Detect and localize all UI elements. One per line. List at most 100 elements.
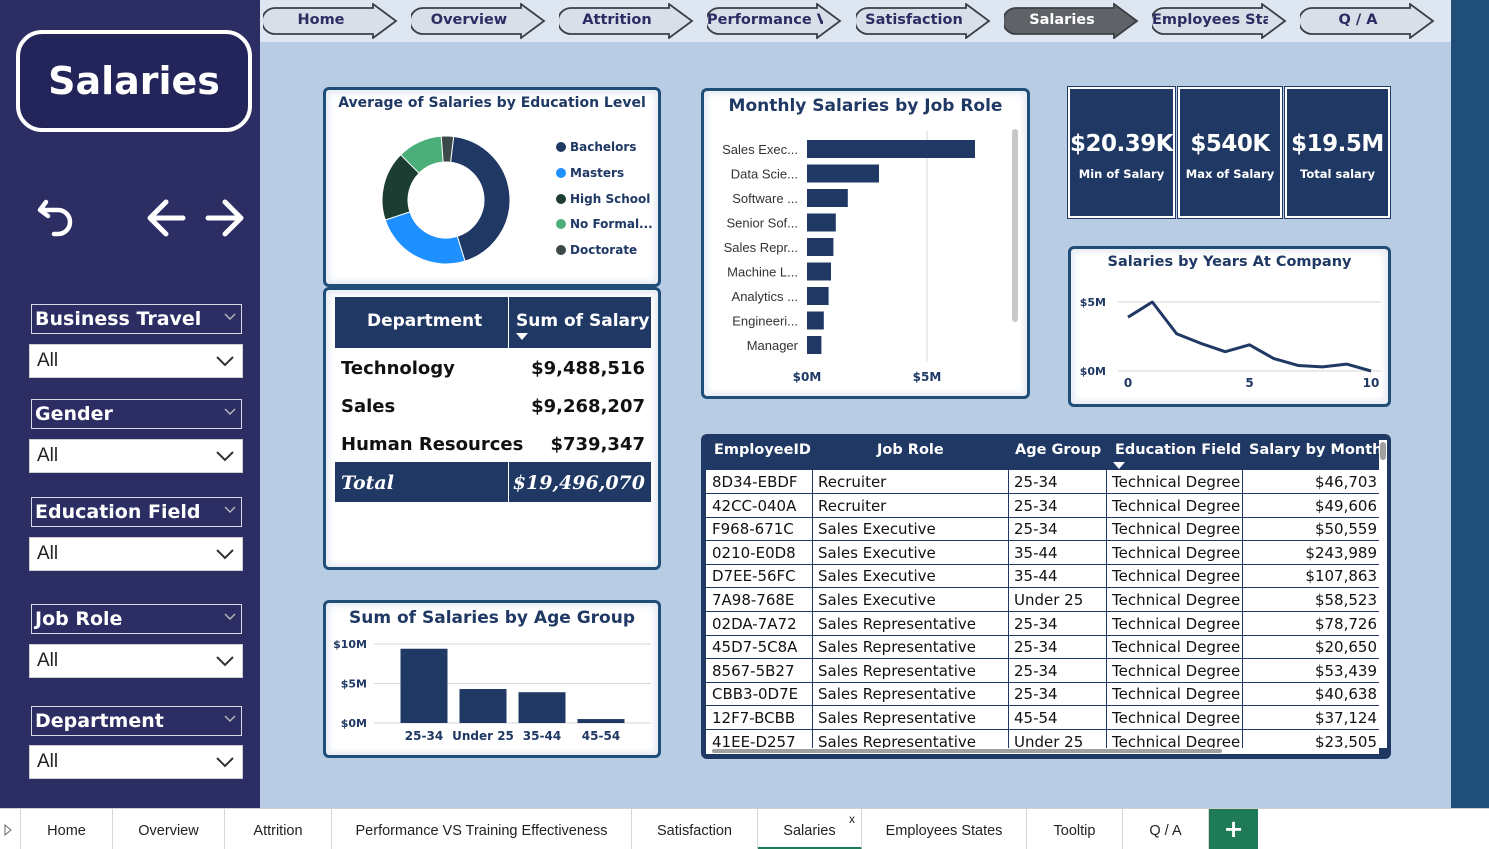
column-header[interactable]: Department — [367, 311, 482, 331]
table-row[interactable]: F968-671C Sales Executive 25-34 Technical D… — [706, 517, 1379, 542]
chevron-down-icon — [216, 656, 234, 667]
age-group-cell: 25-34 — [1014, 520, 1058, 539]
education-field-cell: Technical Degree — [1112, 614, 1241, 633]
column-header[interactable]: Age Group — [1015, 442, 1101, 458]
table-row[interactable]: D7EE-56FC Sales Executive 35-44 Technical D… — [706, 564, 1379, 589]
nav-tab-label: Salaries — [1029, 12, 1095, 28]
column-divider — [508, 462, 509, 502]
legend-swatch — [556, 219, 566, 229]
column-header[interactable]: Sum of Salary — [516, 311, 649, 331]
sheet-tab-qa[interactable]: Q / A — [1123, 809, 1209, 849]
age-group-cell: 35-44 — [1014, 543, 1058, 562]
department-table: Department Sum of Salary Technology $9,4… — [335, 297, 651, 502]
dropdown-value: All — [37, 751, 59, 772]
table-scrollbar-track — [1379, 440, 1387, 748]
bar[interactable] — [807, 189, 848, 207]
bar[interactable] — [518, 692, 566, 723]
table-row[interactable]: 7A98-768E Sales Executive Under 25 Technica… — [706, 588, 1379, 612]
nav-tab-label: Overview — [430, 12, 508, 28]
job-role-chart-title: Monthly Salaries by Job Role — [728, 96, 1003, 116]
business-travel-dropdown[interactable]: All — [29, 344, 243, 378]
play-triangle-icon[interactable] — [4, 824, 12, 836]
kpi-max-salary: $540K Max of Salary — [1177, 86, 1283, 219]
total-label: Total — [341, 472, 394, 494]
sheet-tab-tooltip[interactable]: Tooltip — [1027, 809, 1123, 849]
chevron-down-icon — [216, 356, 234, 367]
bar[interactable] — [807, 262, 831, 281]
table-row[interactable]: 41EE-D257 Sales Representative Under 25 Tec… — [706, 730, 1379, 748]
legend-label: Masters — [570, 166, 625, 180]
table-scrollbar-thumb[interactable] — [1380, 442, 1386, 460]
chevron-down-icon — [224, 408, 236, 415]
salary-cell: $78,726 — [1314, 614, 1377, 633]
sheet-tab-attrition[interactable]: Attrition — [225, 809, 332, 849]
employee-id-cell: 41EE-D257 — [712, 732, 796, 748]
chevron-down-icon — [216, 451, 234, 462]
arrow-left-icon[interactable] — [146, 198, 186, 245]
undo-arrow-icon[interactable] — [36, 196, 76, 247]
table-row[interactable]: 02DA-7A72 Sales Representative 25-34 Techni… — [706, 612, 1379, 636]
column-header[interactable]: Job Role — [877, 442, 944, 458]
sheet-tab-employees-states[interactable]: Employees States — [862, 809, 1027, 849]
bar[interactable] — [459, 689, 507, 723]
salary-cell: $37,124 — [1314, 709, 1377, 727]
category-label: Data Scie... — [731, 167, 798, 182]
sheet-tab-satisfaction[interactable]: Satisfaction — [632, 809, 758, 849]
add-sheet-button[interactable]: + — [1209, 809, 1258, 849]
table-row[interactable]: 8D34-EBDF Recruiter 25-34 Technical Degree $… — [706, 470, 1379, 494]
table-hscroll-thumb[interactable] — [712, 749, 1222, 753]
job-role-cell: Sales Representative — [818, 661, 977, 680]
dropdown-value: All — [37, 650, 59, 671]
employee-id-cell: CBB3-0D7E — [712, 685, 799, 704]
slicer-department-header: Department — [31, 706, 242, 736]
bar[interactable] — [807, 238, 834, 256]
bar[interactable] — [807, 213, 836, 232]
chevron-down-icon — [216, 757, 234, 768]
bar[interactable] — [807, 336, 822, 354]
education-field-cell: Technical Degree — [1112, 709, 1241, 727]
tick-label: 0 — [1124, 376, 1132, 390]
donut-slice[interactable] — [384, 211, 466, 265]
table-row[interactable]: 0210-E0D8 Sales Executive 35-44 Technical D… — [706, 541, 1379, 565]
sheet-tab-performance[interactable]: Performance VS Training Effectiveness — [332, 809, 632, 849]
age-group-bar-chart: 25-34 Under 25 35-44 45-54 $0M $5M $10M — [333, 638, 651, 743]
education-field-cell: Technical Degree — [1112, 661, 1241, 680]
column-header[interactable]: EmployeeID — [714, 442, 811, 458]
age-group-cell: 25-34 — [1014, 614, 1058, 633]
bar[interactable] — [577, 719, 625, 723]
table-row[interactable]: 45D7-5C8A Sales Representative 25-34 Techni… — [706, 635, 1379, 660]
dropdown-value: All — [37, 445, 59, 466]
table-row[interactable]: CBB3-0D7E Sales Representative 25-34 Techni… — [706, 682, 1379, 707]
bar[interactable] — [807, 311, 824, 330]
table-row[interactable]: 42CC-040A Recruiter 25-34 Technical Degree $… — [706, 494, 1379, 518]
sheet-tab-overview[interactable]: Overview — [113, 809, 225, 849]
close-tab-icon[interactable]: x — [849, 797, 855, 841]
chart-scrollbar[interactable] — [1012, 129, 1018, 322]
table-row[interactable]: 12F7-BCBB Sales Representative 45-54 Techni… — [706, 706, 1379, 730]
employee-table-card: EmployeeID Job Role Age Group Education … — [701, 434, 1391, 759]
age-group-cell: Under 25 — [1014, 732, 1084, 748]
nav-tab-label: Performance V... — [707, 12, 823, 28]
sheet-tab-bar: Home Overview Attrition Performance VS T… — [0, 808, 1489, 849]
arrow-right-icon[interactable] — [205, 198, 245, 245]
bar[interactable] — [400, 648, 448, 723]
bar[interactable] — [807, 287, 829, 305]
department-dropdown[interactable]: All — [29, 745, 243, 779]
tick-label: $0M — [793, 370, 822, 384]
bar[interactable] — [807, 140, 975, 158]
education-field-dropdown[interactable]: All — [29, 537, 243, 571]
category-label: 25-34 — [405, 729, 443, 743]
column-header[interactable]: Salary by Month — [1249, 442, 1382, 458]
nav-tab-label: Q / A — [1338, 12, 1378, 28]
age-chart-title: Sum of Salaries by Age Group — [349, 608, 635, 628]
bar[interactable] — [807, 164, 879, 183]
series-line[interactable] — [1127, 300, 1372, 373]
job-role-dropdown[interactable]: All — [29, 644, 243, 678]
slicer-education-field-header: Education Field — [31, 497, 242, 527]
table-row[interactable]: 8567-5B27 Sales Representative 25-34 Techni… — [706, 659, 1379, 683]
legend-item: Doctorate — [556, 243, 637, 257]
sheet-tab-salaries[interactable]: Salaries x — [758, 809, 862, 849]
column-header[interactable]: Education Field — [1115, 442, 1241, 458]
gender-dropdown[interactable]: All — [29, 439, 243, 473]
sheet-tab-home[interactable]: Home — [21, 809, 113, 849]
